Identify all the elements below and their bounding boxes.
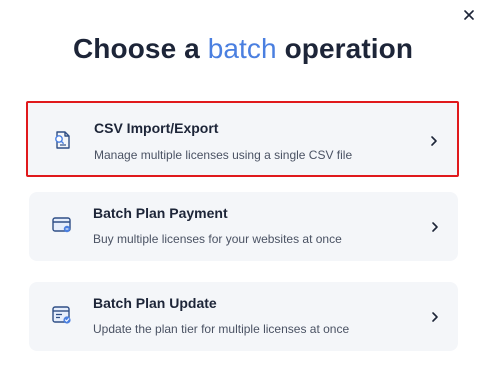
- option-description: Update the plan tier for multiple licens…: [93, 322, 350, 336]
- close-button[interactable]: [460, 6, 478, 24]
- option-title: Batch Plan Update: [93, 295, 217, 311]
- card-payment-icon: [52, 217, 71, 233]
- option-description: Buy multiple licenses for your websites …: [93, 232, 342, 246]
- dialog-title: Choose a batch operation: [0, 33, 486, 65]
- option-title: CSV Import/Export: [94, 120, 219, 136]
- chevron-right-icon: [432, 222, 438, 232]
- batch-operation-dialog: Choose a batch operation CSV Import/Expo…: [0, 0, 486, 384]
- title-accent-text: batch: [207, 33, 277, 64]
- title-text-part1: Choose a: [72, 33, 208, 64]
- chevron-right-icon: [431, 136, 437, 146]
- option-csv-import-export[interactable]: CSV Import/Export Manage multiple licens…: [26, 101, 459, 177]
- option-batch-plan-update[interactable]: Batch Plan Update Update the plan tier f…: [29, 282, 458, 351]
- close-icon: [464, 10, 474, 20]
- csv-file-icon: [55, 131, 70, 149]
- option-description: Manage multiple licenses using a single …: [94, 148, 353, 162]
- option-batch-plan-payment[interactable]: Batch Plan Payment Buy multiple licenses…: [29, 192, 458, 261]
- plan-update-icon: [52, 306, 71, 324]
- title-text-part2: operation: [276, 33, 414, 64]
- option-title: Batch Plan Payment: [93, 205, 228, 221]
- chevron-right-icon: [432, 312, 438, 322]
